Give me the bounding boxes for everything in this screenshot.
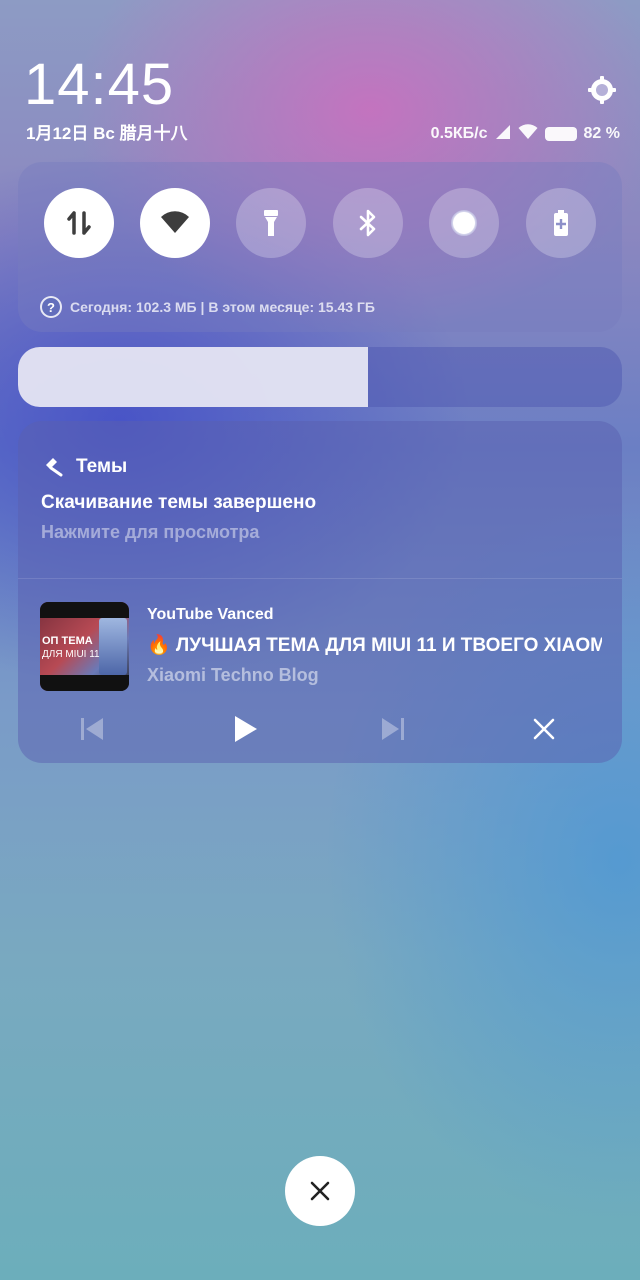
- divider: [18, 578, 622, 579]
- notification-text[interactable]: Нажмите для просмотра: [41, 522, 259, 543]
- play-button[interactable]: [225, 709, 265, 749]
- toggle-flashlight[interactable]: [236, 188, 306, 258]
- network-speed: 0.5КБ/с: [430, 125, 488, 142]
- bluetooth-icon: [359, 209, 376, 237]
- brightness-slider-fill: [18, 347, 369, 407]
- settings-gear-icon[interactable]: [586, 74, 618, 106]
- quick-settings-panel: ? Сегодня: 102.3 МБ | В этом месяце: 15.…: [18, 162, 622, 332]
- signal-icon: [495, 124, 511, 145]
- media-app-name: YouTube Vanced: [147, 606, 274, 623]
- help-icon: ?: [40, 296, 62, 318]
- skip-previous-icon: [81, 718, 103, 740]
- toggle-wifi[interactable]: [140, 188, 210, 258]
- notification-header[interactable]: Темы: [42, 456, 127, 478]
- flashlight-icon: [264, 210, 278, 236]
- brightness-icon: [451, 210, 477, 236]
- data-usage-text: Сегодня: 102.3 МБ | В этом месяце: 15.43…: [70, 299, 375, 315]
- toggle-battery-saver[interactable]: [526, 188, 596, 258]
- battery-icon: [544, 127, 577, 141]
- notification-title[interactable]: Скачивание темы завершено: [41, 492, 316, 514]
- skip-next-icon: [382, 718, 404, 740]
- brightness-slider[interactable]: [18, 347, 622, 407]
- thumbnail-text-1: ОП ТЕМА: [42, 635, 93, 647]
- clock[interactable]: 14:45: [24, 50, 174, 120]
- clear-notifications-button[interactable]: [285, 1156, 355, 1226]
- status-bar: 0.5КБ/с 82 %: [431, 123, 620, 145]
- wifi-icon: [161, 211, 189, 233]
- toggle-bluetooth[interactable]: [333, 188, 403, 258]
- media-artist: Xiaomi Techno Blog: [147, 665, 319, 685]
- thumbnail-text-2: ДЛЯ MIUI 11: [42, 649, 100, 660]
- close-icon: [310, 1181, 330, 1201]
- play-icon: [235, 716, 257, 742]
- media-title[interactable]: 🔥 ЛУЧШАЯ ТЕМА ДЛЯ MIUI 11 И ТВОЕГО XIAOM…: [147, 633, 602, 657]
- previous-button[interactable]: [72, 709, 112, 749]
- themes-brush-icon: [46, 458, 63, 477]
- notification-card: Темы Скачивание темы завершено Нажмите д…: [18, 421, 622, 763]
- close-icon: [533, 718, 555, 740]
- battery-percent: 82 %: [583, 125, 620, 142]
- toggle-mobile-data[interactable]: [44, 188, 114, 258]
- media-thumbnail[interactable]: ОП ТЕМА ДЛЯ MIUI 11: [40, 602, 129, 691]
- data-usage-row[interactable]: ? Сегодня: 102.3 МБ | В этом месяце: 15.…: [40, 296, 375, 318]
- toggle-auto-brightness[interactable]: [429, 188, 499, 258]
- mobile-data-icon: [67, 211, 91, 235]
- battery-saver-icon: [554, 210, 568, 236]
- notification-app-name: Темы: [76, 456, 128, 477]
- date-label: 1月12日 Вс 腊月十八: [26, 124, 188, 143]
- wifi-status-icon: [518, 123, 538, 145]
- next-button[interactable]: [373, 709, 413, 749]
- media-close-button[interactable]: [524, 709, 564, 749]
